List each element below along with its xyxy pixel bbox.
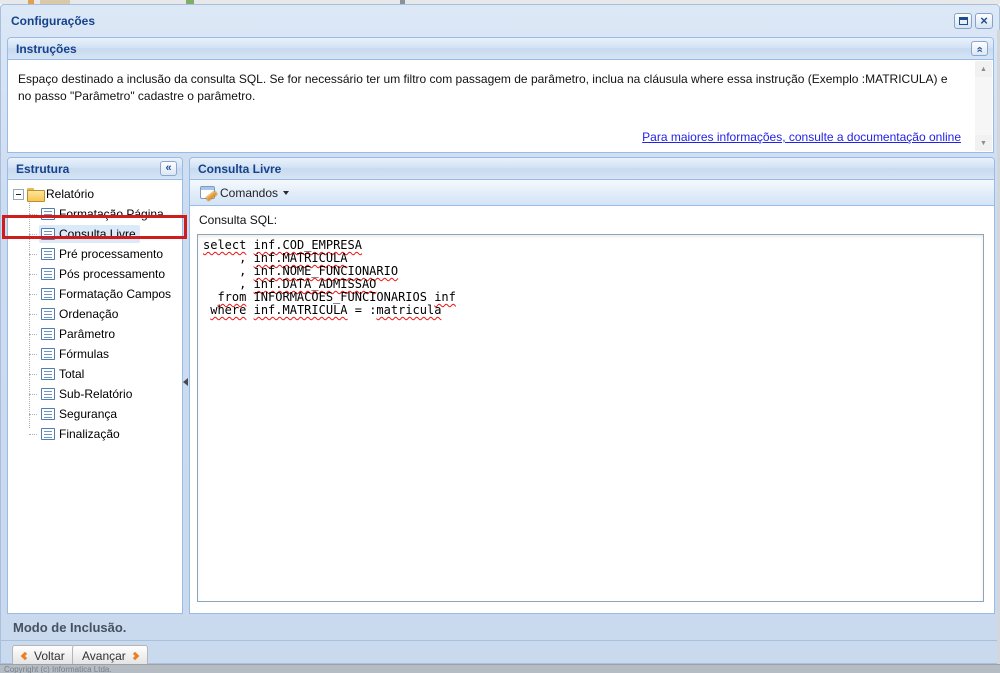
tree-item-parametro[interactable]: Parâmetro xyxy=(8,324,182,344)
structure-panel-header: Estrutura « xyxy=(8,158,182,180)
instructions-panel-title: Instruções xyxy=(16,42,971,56)
instructions-panel: Instruções « Espaço destinado a inclusão… xyxy=(7,37,994,153)
tree-node: Segurança xyxy=(39,405,121,423)
tree-item-label: Pré processamento xyxy=(59,247,163,261)
form-icon xyxy=(41,428,55,440)
form-icon xyxy=(41,408,55,420)
tree-item-formatacao-pagina[interactable]: Formatação Página xyxy=(8,204,182,224)
scroll-down-arrow-icon[interactable]: ▼ xyxy=(975,135,992,151)
instructions-panel-header: Instruções « xyxy=(8,38,993,60)
tree-root-label: Relatório xyxy=(46,187,94,201)
back-button[interactable]: Voltar xyxy=(12,645,75,666)
tree-item-label: Fórmulas xyxy=(59,347,109,361)
status-text: Modo de Inclusão. xyxy=(13,620,126,635)
free-query-body: Consulta SQL: select inf.COD_EMPRESA , i… xyxy=(190,206,994,613)
form-icon xyxy=(41,308,55,320)
close-icon: × xyxy=(980,16,988,26)
instructions-scrollbar[interactable]: ▲ ▼ xyxy=(975,61,992,151)
collapse-sidebar-button[interactable]: « xyxy=(160,161,177,176)
tree-node: Ordenação xyxy=(39,305,122,323)
tree-node: Consulta Livre xyxy=(39,225,140,243)
tree-node: Pós processamento xyxy=(39,265,169,283)
tree-item-label: Segurança xyxy=(59,407,117,421)
tree-item-formulas[interactable]: Fórmulas xyxy=(8,344,182,364)
free-query-panel-title: Consulta Livre xyxy=(198,162,989,176)
form-icon xyxy=(41,348,55,360)
tree-item-total[interactable]: Total xyxy=(8,364,182,384)
caret-down-icon xyxy=(283,191,289,195)
form-icon xyxy=(41,328,55,340)
structure-panel: Estrutura « Relatório Formatação Página Co… xyxy=(7,157,183,614)
background-page-footer: Copyright (c) Informatica Ltda. xyxy=(0,664,1000,673)
form-icon xyxy=(41,228,55,240)
tree-node: Pré processamento xyxy=(39,245,167,263)
tree-item-label: Pós processamento xyxy=(59,267,165,281)
chevron-left-icon: « xyxy=(165,163,171,174)
tree-item-label: Parâmetro xyxy=(59,327,115,341)
tree-item-label: Total xyxy=(59,367,84,381)
tree-expander-icon[interactable] xyxy=(13,189,24,200)
commands-menu-button[interactable]: Comandos xyxy=(194,184,295,202)
commands-menu-label: Comandos xyxy=(220,186,278,200)
tree-item-label: Sub-Relatório xyxy=(59,387,132,401)
tree-node: Total xyxy=(39,365,88,383)
form-icon xyxy=(41,208,55,220)
tree-item-formatacao-campos[interactable]: Formatação Campos xyxy=(8,284,182,304)
form-icon xyxy=(41,388,55,400)
instructions-body: Espaço destinado a inclusão da consulta … xyxy=(8,60,993,152)
footer-divider xyxy=(1,640,1000,641)
tree-item-pre-processamento[interactable]: Pré processamento xyxy=(8,244,182,264)
tree-item-label: Finalização xyxy=(59,427,120,441)
tree-item-label: Ordenação xyxy=(59,307,118,321)
tree-item-pos-processamento[interactable]: Pós processamento xyxy=(8,264,182,284)
tree-node: Fórmulas xyxy=(39,345,113,363)
free-query-panel: Consulta Livre Comandos Consulta SQL: se… xyxy=(189,157,995,614)
form-icon xyxy=(41,268,55,280)
arrow-right-icon xyxy=(131,651,139,659)
sql-query-textarea[interactable]: select inf.COD_EMPRESA , inf.MATRICULA ,… xyxy=(197,234,984,602)
form-icon xyxy=(41,248,55,260)
tree-item-seguranca[interactable]: Segurança xyxy=(8,404,182,424)
sql-line: where inf.MATRICULA = :matricula xyxy=(203,304,978,317)
structure-panel-title: Estrutura xyxy=(16,162,160,176)
tree-node: Parâmetro xyxy=(39,325,119,343)
scroll-up-arrow-icon[interactable]: ▲ xyxy=(975,61,992,77)
form-icon xyxy=(41,368,55,380)
commands-icon xyxy=(200,186,215,199)
structure-tree: Relatório Formatação Página Consulta Livre… xyxy=(8,180,182,613)
tree-item-label: Formatação Campos xyxy=(59,287,171,301)
close-button[interactable]: × xyxy=(975,13,993,29)
config-window: Configurações × Instruções « Espaço dest… xyxy=(0,4,1000,664)
tree-root-relatorio[interactable]: Relatório xyxy=(8,184,182,204)
instructions-text: Espaço destinado a inclusão da consulta … xyxy=(18,71,953,105)
folder-icon xyxy=(27,188,43,200)
window-titlebar[interactable]: Configurações × xyxy=(1,9,1000,34)
tree-node: Finalização xyxy=(39,425,124,443)
collapse-panel-button[interactable]: « xyxy=(971,41,988,56)
tree-item-label: Consulta Livre xyxy=(59,227,136,241)
form-icon xyxy=(41,288,55,300)
window-title: Configurações xyxy=(11,14,95,28)
tree-item-label: Formatação Página xyxy=(59,207,164,221)
tree-item-finalizacao[interactable]: Finalização xyxy=(8,424,182,444)
free-query-panel-header: Consulta Livre xyxy=(190,158,994,180)
commands-toolbar: Comandos xyxy=(190,180,994,206)
chevron-up-icon: « xyxy=(974,46,985,52)
documentation-link[interactable]: Para maiores informações, consulte a doc… xyxy=(642,130,961,144)
maximize-button[interactable] xyxy=(954,13,972,29)
arrow-left-icon xyxy=(21,651,29,659)
tree-node: Formatação Campos xyxy=(39,285,175,303)
sql-query-label: Consulta SQL: xyxy=(199,213,277,227)
splitter-collapse-arrow-icon[interactable] xyxy=(183,378,188,386)
tree-node: Formatação Página xyxy=(39,205,168,223)
tree-item-consulta-livre[interactable]: Consulta Livre xyxy=(8,224,182,244)
tree-item-ordenacao[interactable]: Ordenação xyxy=(8,304,182,324)
background-copyright-text: Copyright (c) Informatica Ltda. xyxy=(4,665,112,673)
next-button-label: Avançar xyxy=(82,649,126,663)
next-button[interactable]: Avançar xyxy=(72,645,148,666)
maximize-icon xyxy=(959,17,968,25)
tree-node: Sub-Relatório xyxy=(39,385,136,403)
back-button-label: Voltar xyxy=(34,649,65,663)
tree-item-sub-relatorio[interactable]: Sub-Relatório xyxy=(8,384,182,404)
